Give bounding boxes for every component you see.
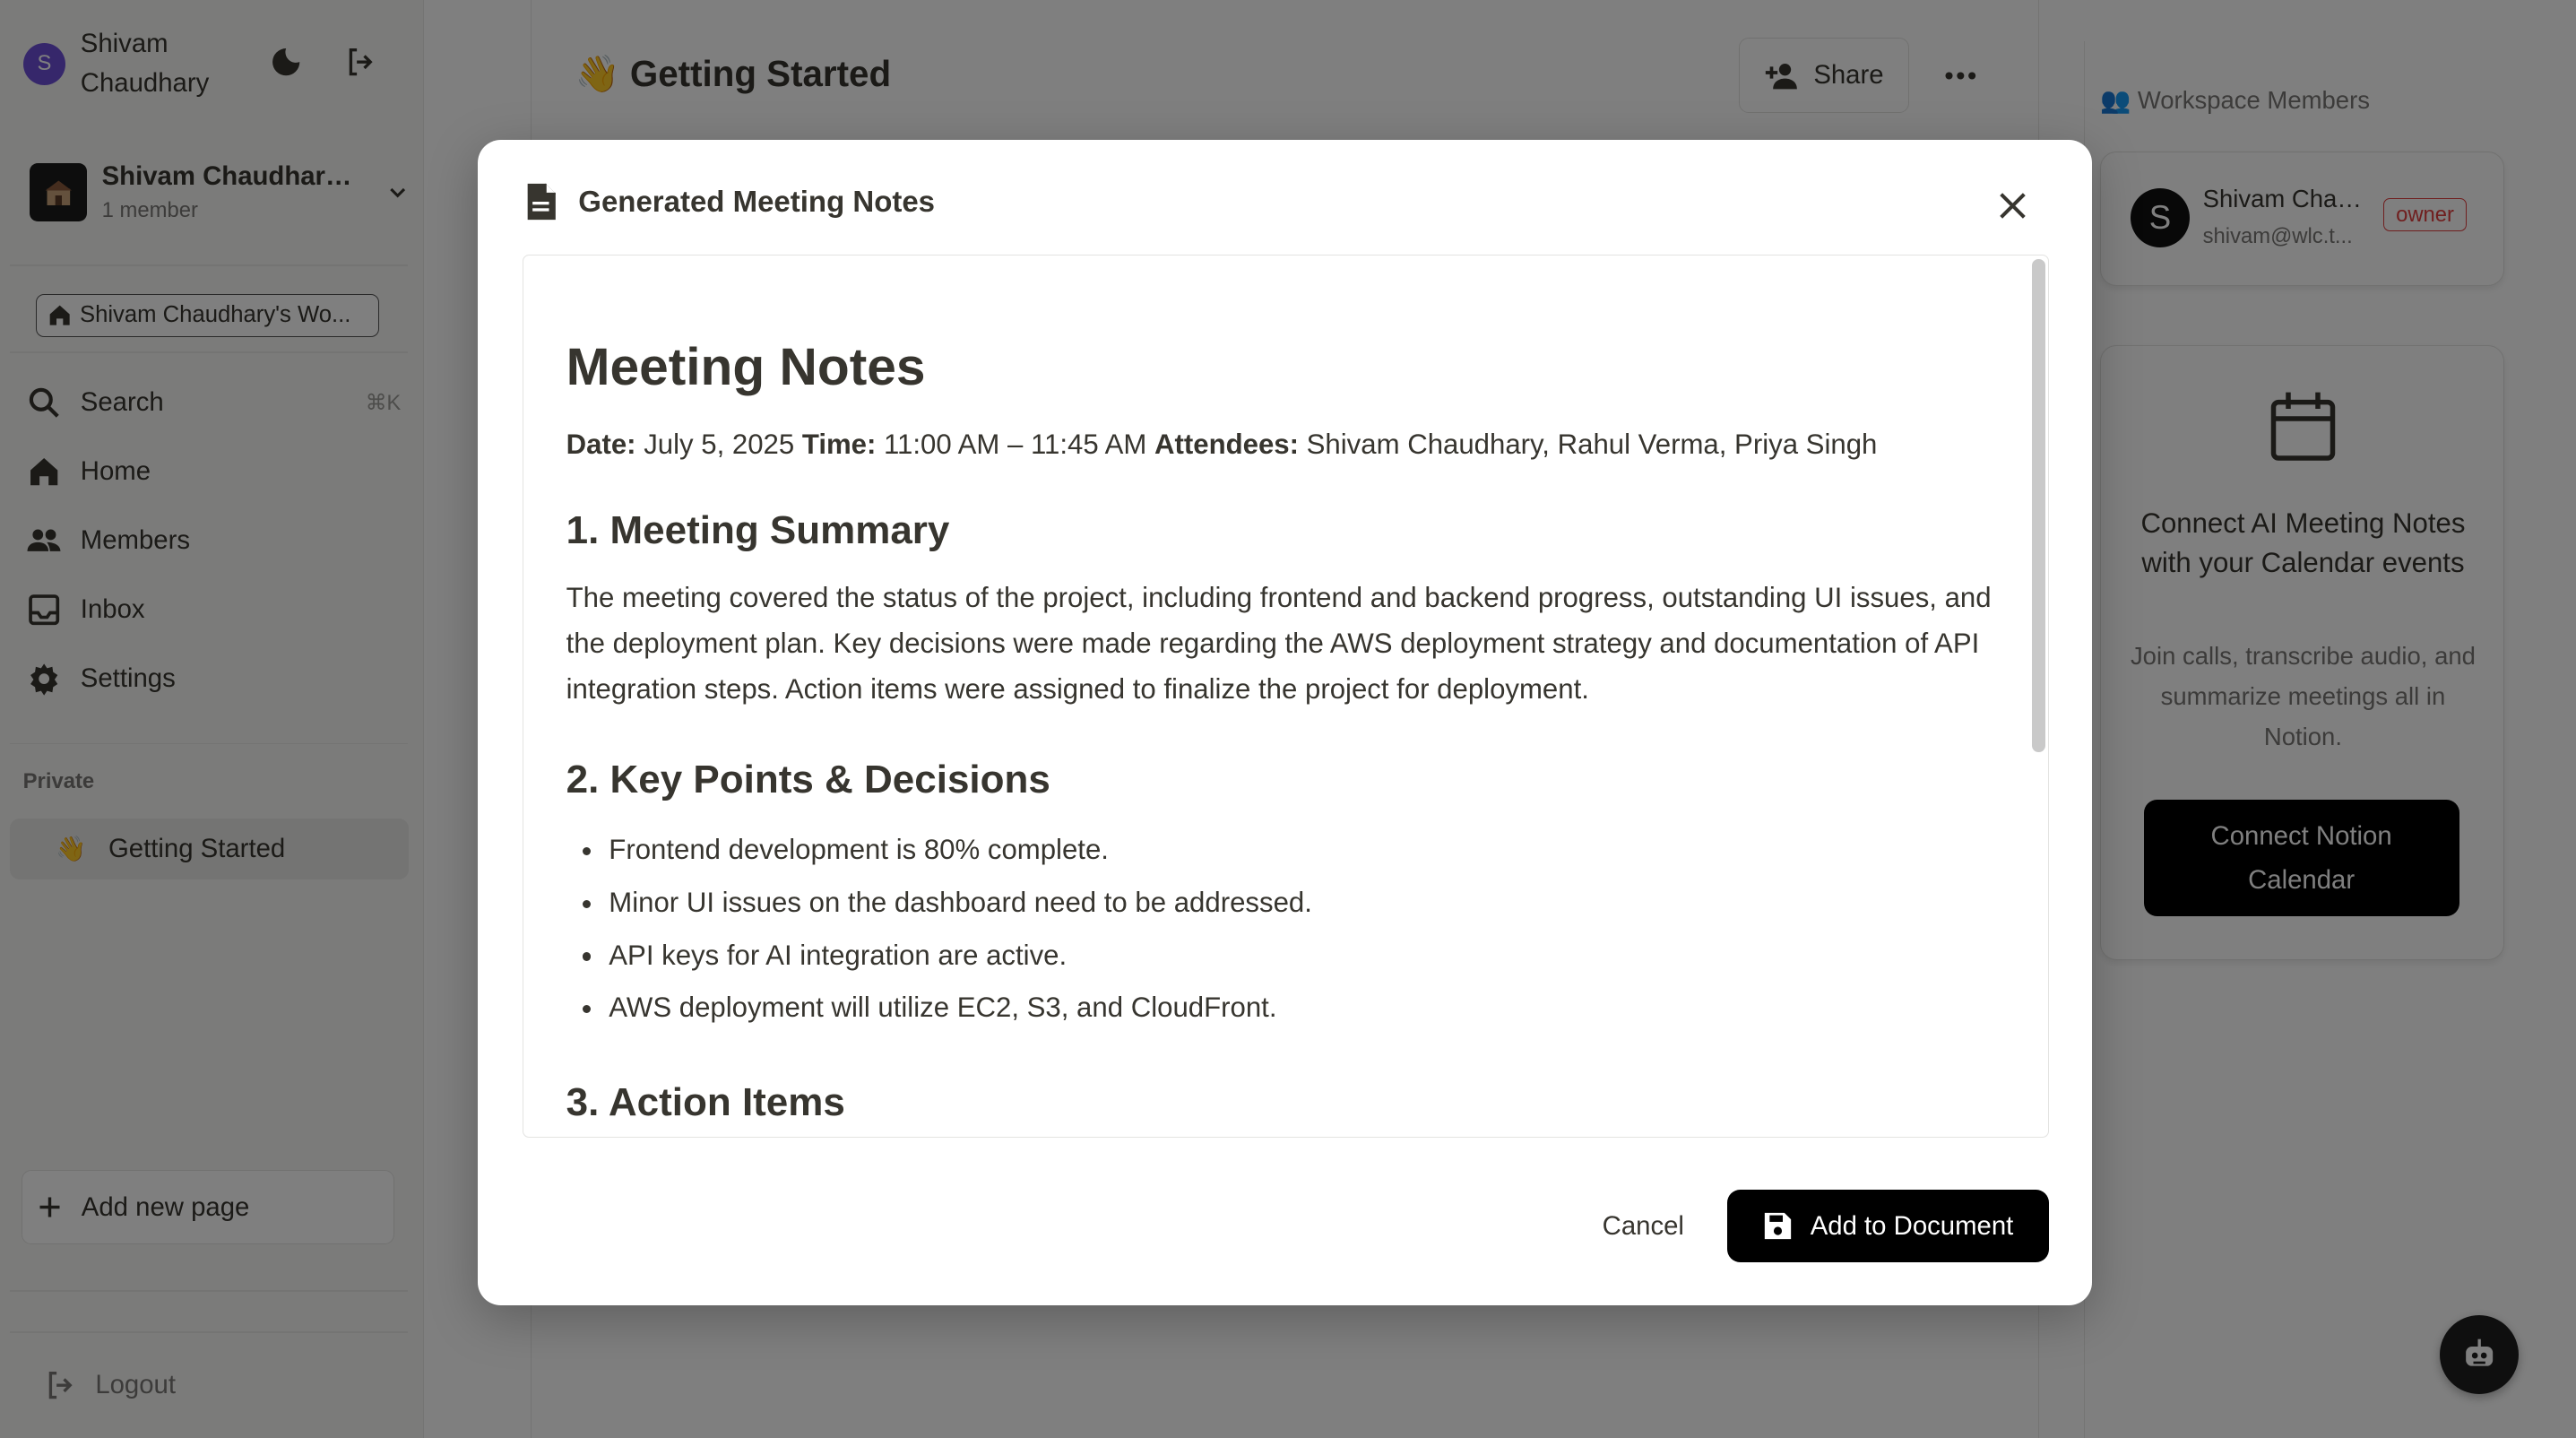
notes-content-area[interactable]: Meeting Notes Date: July 5, 2025 Time: 1… [522, 255, 2050, 1138]
notes-meta: Date: July 5, 2025 Time: 11:00 AM – 11:4… [566, 427, 2012, 463]
scrollbar-thumb[interactable] [2031, 258, 2045, 752]
modal-header: Generated Meeting Notes [524, 182, 935, 221]
section-heading-key-points: 2. Key Points & Decisions [566, 758, 1050, 802]
add-to-document-label: Add to Document [1810, 1210, 2014, 1241]
cancel-button[interactable]: Cancel [1576, 1190, 1710, 1262]
list-item: Frontend development is 80% complete. [566, 824, 2012, 877]
meeting-notes-modal: Generated Meeting Notes Meeting Notes Da… [478, 139, 2092, 1305]
save-icon [1764, 1212, 1791, 1240]
close-icon [2000, 192, 2027, 219]
time-label: Time: [801, 428, 877, 460]
attendees-label: Attendees: [1154, 428, 1299, 460]
document-icon [527, 184, 556, 221]
section-heading-summary: 1. Meeting Summary [566, 507, 950, 552]
attendees-value: Shivam Chaudhary, Rahul Verma, Priya Sin… [1306, 428, 1878, 460]
summary-paragraph: The meeting covered the status of the pr… [566, 581, 1992, 706]
modal-title: Generated Meeting Notes [578, 185, 936, 219]
close-button[interactable] [1990, 182, 2036, 228]
list-item: AWS deployment will utilize EC2, S3, and… [566, 982, 2012, 1035]
date-label: Date: [566, 428, 636, 460]
list-item: API keys for AI integration are active. [566, 930, 2012, 983]
notes-document: Meeting Notes Date: July 5, 2025 Time: 1… [566, 334, 2012, 1127]
key-points-list: Frontend development is 80% complete. Mi… [566, 824, 2012, 1035]
date-value: July 5, 2025 [644, 428, 795, 460]
notes-heading: Meeting Notes [566, 338, 926, 397]
section-heading-action-items: 3. Action Items [566, 1079, 845, 1124]
add-to-document-button[interactable]: Add to Document [1726, 1190, 2050, 1262]
list-item: Minor UI issues on the dashboard need to… [566, 877, 2012, 930]
time-value: 11:00 AM – 11:45 AM [884, 428, 1147, 460]
app-root: S Shivam Chaudhary Shivam Chaudhary'... … [0, 0, 2576, 1438]
